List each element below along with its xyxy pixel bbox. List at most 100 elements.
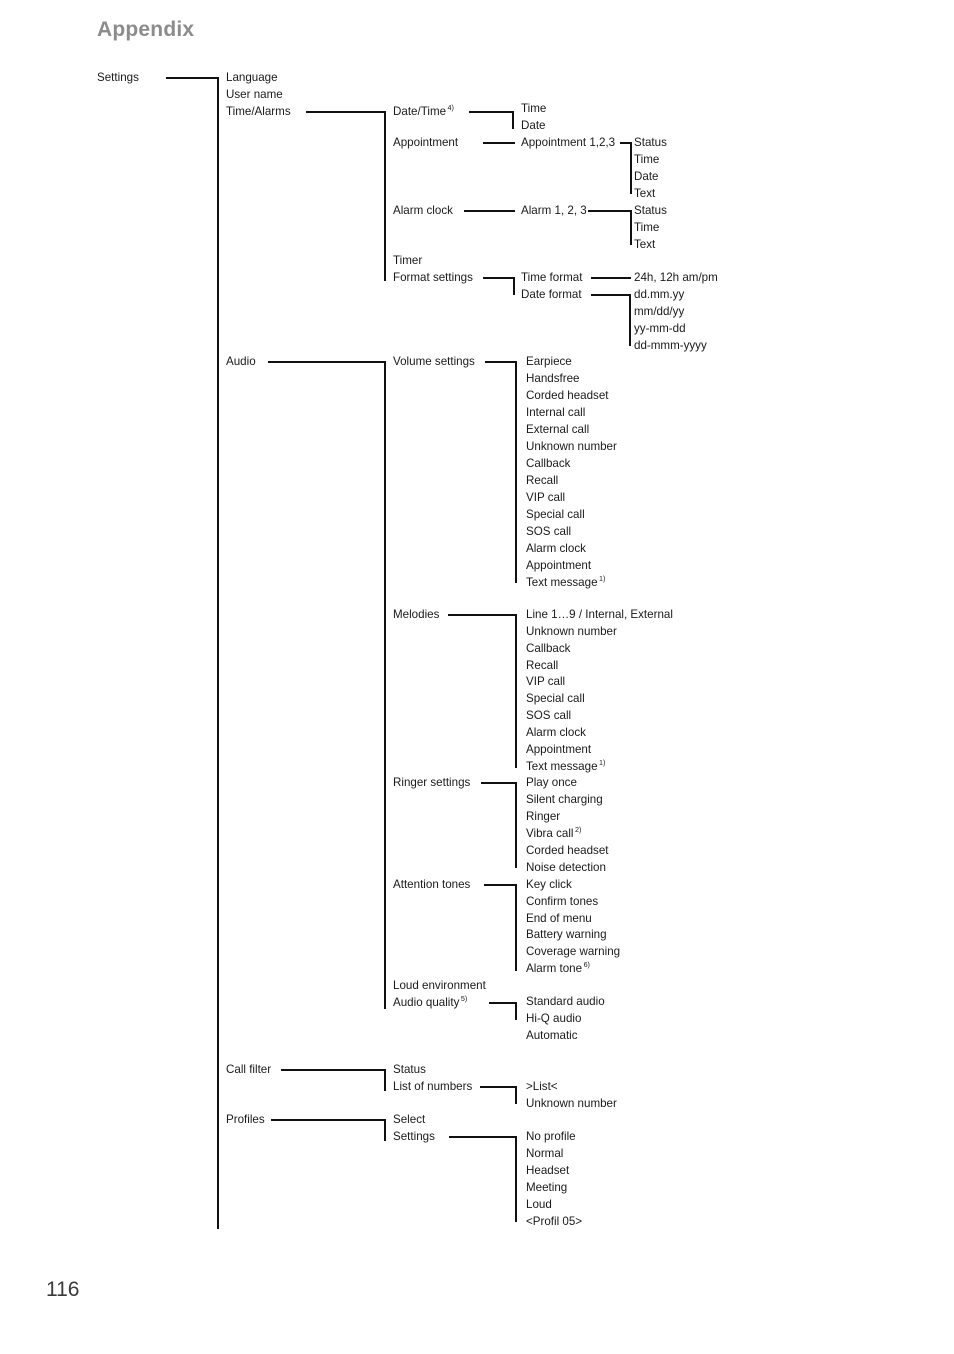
connector-format-settings-horizontal bbox=[483, 277, 515, 279]
tree-node-call-filter: Call filter bbox=[226, 1063, 272, 1076]
footnote-marker: 5) bbox=[460, 994, 468, 1004]
tree-node-time: Time bbox=[521, 102, 547, 115]
footnote-marker: 1) bbox=[599, 758, 606, 768]
connector-list-of-numbers-horizontal bbox=[480, 1086, 517, 1088]
connector-attention-tones-horizontal bbox=[484, 884, 517, 886]
tree-node-ringer-settings: Ringer settings bbox=[393, 776, 471, 789]
connector-volume-settings-vertical bbox=[515, 361, 517, 583]
tree-leaf-appointment-time: Time bbox=[634, 153, 660, 166]
tree-leaf-key-click: Key click bbox=[526, 878, 572, 891]
page-number: 116 bbox=[46, 1278, 80, 1301]
connector-date-time-vertical bbox=[512, 111, 514, 129]
tree-leaf-profil-05: <Profil 05> bbox=[526, 1215, 583, 1228]
tree-leaf-alarm-time: Time bbox=[634, 221, 660, 234]
tree-node-language: Language bbox=[226, 71, 278, 84]
connector-alarm123-vertical bbox=[630, 210, 632, 245]
tree-leaf-time-format-values: 24h, 12h am/pm bbox=[634, 271, 718, 284]
tree-leaf-headset: Headset bbox=[526, 1164, 570, 1177]
tree-leaf-melodies-recall: Recall bbox=[526, 659, 559, 672]
tree-node-format-settings: Format settings bbox=[393, 271, 473, 284]
connector-profiles-vertical bbox=[384, 1119, 386, 1141]
tree-leaf-melodies-appointment: Appointment bbox=[526, 743, 592, 756]
tree-leaf-unknown-number: Unknown number bbox=[526, 440, 617, 453]
tree-leaf-loud: Loud bbox=[526, 1198, 552, 1211]
connector-list-of-numbers-vertical bbox=[515, 1086, 517, 1104]
tree-leaf-date-format-ddmmyy: dd.mm.yy bbox=[634, 288, 685, 301]
tree-leaf-play-once: Play once bbox=[526, 776, 577, 789]
tree-leaf-melodies-sos-call: SOS call bbox=[526, 709, 572, 722]
tree-node-volume-settings: Volume settings bbox=[393, 355, 475, 368]
tree-leaf-handsfree: Handsfree bbox=[526, 372, 580, 385]
tree-node-date-time: Date/Time 4) bbox=[393, 103, 454, 118]
connector-date-format-vertical bbox=[629, 294, 631, 346]
footnote-marker: 1) bbox=[599, 574, 606, 584]
tree-leaf-silent-charging: Silent charging bbox=[526, 793, 603, 806]
tree-node-call-filter-status: Status bbox=[393, 1063, 426, 1076]
tree-node-timer: Timer bbox=[393, 254, 423, 267]
tree-leaf-alarm-text: Text bbox=[634, 238, 656, 251]
connector-audio-vertical bbox=[384, 361, 386, 1009]
tree-node-alarm-clock: Alarm clock bbox=[393, 204, 453, 217]
tree-node-time-alarms: Time/Alarms bbox=[226, 105, 291, 118]
tree-leaf-internal-call: Internal call bbox=[526, 406, 586, 419]
connector-ringer-settings-vertical bbox=[515, 782, 517, 868]
tree-leaf-line-internal-external: Line 1…9 / Internal, External bbox=[526, 608, 673, 621]
connector-melodies-horizontal bbox=[448, 614, 517, 616]
tree-node-attention-tones: Attention tones bbox=[393, 878, 471, 891]
tree-leaf-melodies-special-call: Special call bbox=[526, 692, 585, 705]
tree-leaf-appointment-date: Date bbox=[634, 170, 659, 183]
connector-melodies-vertical bbox=[515, 614, 517, 768]
tree-leaf-external-call: External call bbox=[526, 423, 590, 436]
tree-leaf-end-of-menu: End of menu bbox=[526, 912, 592, 925]
tree-leaf-special-call: Special call bbox=[526, 508, 585, 521]
connector-time-alarms-vertical bbox=[384, 111, 386, 281]
connector-format-settings-vertical bbox=[513, 277, 515, 295]
tree-leaf-no-profile: No profile bbox=[526, 1130, 576, 1143]
tree-node-alarm-123: Alarm 1, 2, 3 bbox=[521, 204, 587, 217]
tree-node-user-name: User name bbox=[226, 88, 283, 101]
connector-time-format-horizontal bbox=[591, 277, 631, 279]
tree-leaf-alarm-status: Status bbox=[634, 204, 667, 217]
connector-ringer-settings-horizontal bbox=[481, 782, 517, 784]
tree-node-date: Date bbox=[521, 119, 546, 132]
tree-leaf-appointment-status: Status bbox=[634, 136, 667, 149]
tree-leaf-text-message: Text message 1) bbox=[526, 574, 606, 589]
tree-leaf-sos-call: SOS call bbox=[526, 525, 572, 538]
tree-leaf-earpiece: Earpiece bbox=[526, 355, 572, 368]
connector-attention-tones-vertical bbox=[515, 884, 517, 971]
tree-leaf-coverage-warning: Coverage warning bbox=[526, 945, 621, 958]
tree-leaf-standard-audio: Standard audio bbox=[526, 995, 605, 1008]
tree-leaf-melodies-vip-call: VIP call bbox=[526, 675, 566, 688]
tree-node-audio-quality: Audio quality 5) bbox=[393, 994, 468, 1009]
tree-leaf-automatic: Automatic bbox=[526, 1029, 578, 1042]
tree-leaf-melodies-callback: Callback bbox=[526, 642, 571, 655]
connector-alarm-clock-horizontal bbox=[464, 210, 515, 212]
tree-leaf-list-unknown-number: Unknown number bbox=[526, 1097, 617, 1110]
tree-node-loud-environment: Loud environment bbox=[393, 979, 486, 992]
tree-leaf-ringer: Ringer bbox=[526, 810, 561, 823]
connector-volume-settings-horizontal bbox=[485, 361, 517, 363]
tree-leaf-alarm-tone: Alarm tone 6) bbox=[526, 960, 590, 975]
connector-audio-horizontal bbox=[268, 361, 386, 363]
tree-leaf-appointment: Appointment bbox=[526, 559, 592, 572]
tree-node-list-of-numbers: List of numbers bbox=[393, 1080, 473, 1093]
tree-leaf-date-format-mmddyy: mm/dd/yy bbox=[634, 305, 685, 318]
tree-leaf-hi-q-audio: Hi-Q audio bbox=[526, 1012, 582, 1025]
tree-leaf-date-format-yymmdd: yy-mm-dd bbox=[634, 322, 686, 335]
connector-root-vertical bbox=[217, 77, 219, 1229]
tree-leaf-normal: Normal bbox=[526, 1147, 564, 1160]
tree-leaf-vip-call: VIP call bbox=[526, 491, 566, 504]
connector-alarm123-horizontal bbox=[588, 210, 632, 212]
tree-leaf-appointment-text: Text bbox=[634, 187, 656, 200]
connector-call-filter-horizontal bbox=[281, 1069, 386, 1071]
tree-leaf-noise-detection: Noise detection bbox=[526, 861, 606, 874]
tree-node-profiles: Profiles bbox=[226, 1113, 265, 1126]
tree-leaf-corded-headset: Corded headset bbox=[526, 389, 609, 402]
connector-audio-quality-horizontal bbox=[489, 1002, 517, 1004]
tree-node-profiles-settings: Settings bbox=[393, 1130, 435, 1143]
tree-leaf-melodies-unknown-number: Unknown number bbox=[526, 625, 617, 638]
tree-node-time-format: Time format bbox=[521, 271, 583, 284]
tree-node-settings: Settings bbox=[97, 71, 139, 84]
footnote-marker: 6) bbox=[583, 960, 590, 970]
connector-time-alarms-horizontal bbox=[306, 111, 386, 113]
